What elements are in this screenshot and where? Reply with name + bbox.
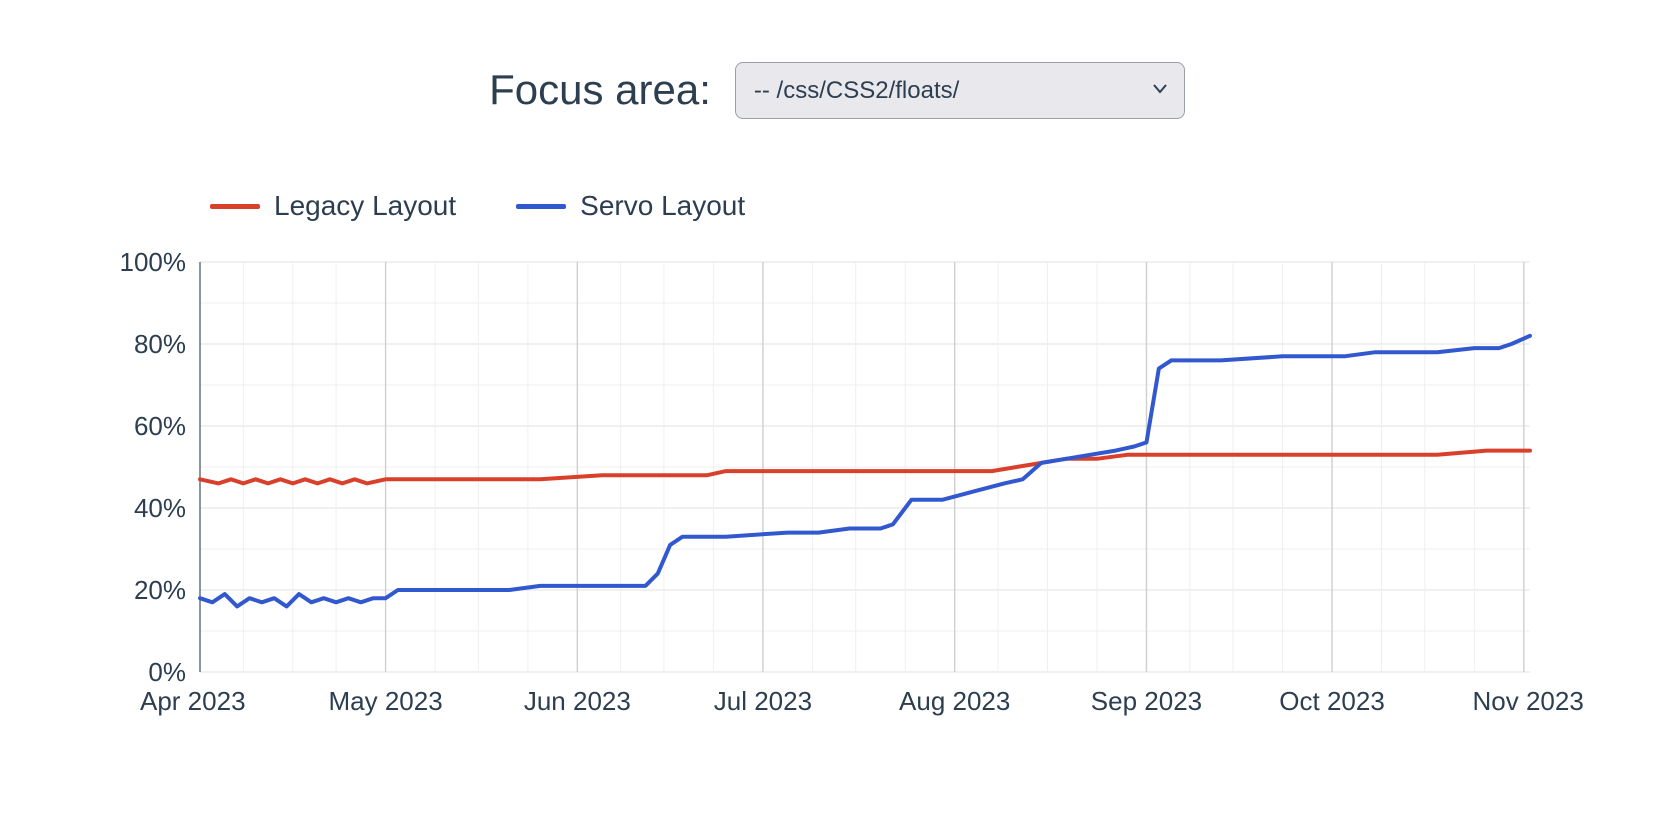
y-tick-label: 60% xyxy=(134,411,186,441)
legend-item-legacy: Legacy Layout xyxy=(210,190,456,222)
y-tick-label: 100% xyxy=(120,247,187,277)
focus-area-label: Focus area: xyxy=(489,66,711,114)
legend-item-servo: Servo Layout xyxy=(516,190,745,222)
x-tick-label: Nov 2023 xyxy=(1473,686,1584,716)
x-tick-label: Jul 2023 xyxy=(714,686,812,716)
y-tick-label: 20% xyxy=(134,575,186,605)
line-chart: 0% 20% 40% 60% 80% 100% Apr 2023 May 2023 Jun 20… xyxy=(90,242,1590,762)
legend-swatch-legacy xyxy=(210,204,260,209)
legend-label-servo: Servo Layout xyxy=(580,190,745,222)
legend-swatch-servo xyxy=(516,204,566,209)
y-tick-label: 0% xyxy=(148,657,186,687)
chart-legend: Legacy Layout Servo Layout xyxy=(210,190,1590,222)
y-tick-label: 80% xyxy=(134,329,186,359)
x-tick-label: Sep 2023 xyxy=(1091,686,1202,716)
x-tick-label: May 2023 xyxy=(328,686,442,716)
x-tick-label: Oct 2023 xyxy=(1279,686,1385,716)
legend-label-legacy: Legacy Layout xyxy=(274,190,456,222)
y-tick-label: 40% xyxy=(134,493,186,523)
x-tick-label: Aug 2023 xyxy=(899,686,1010,716)
focus-area-select[interactable]: -- /css/CSS2/floats/ xyxy=(735,62,1185,119)
x-tick-label: Jun 2023 xyxy=(524,686,631,716)
x-tick-label: Apr 2023 xyxy=(140,686,246,716)
